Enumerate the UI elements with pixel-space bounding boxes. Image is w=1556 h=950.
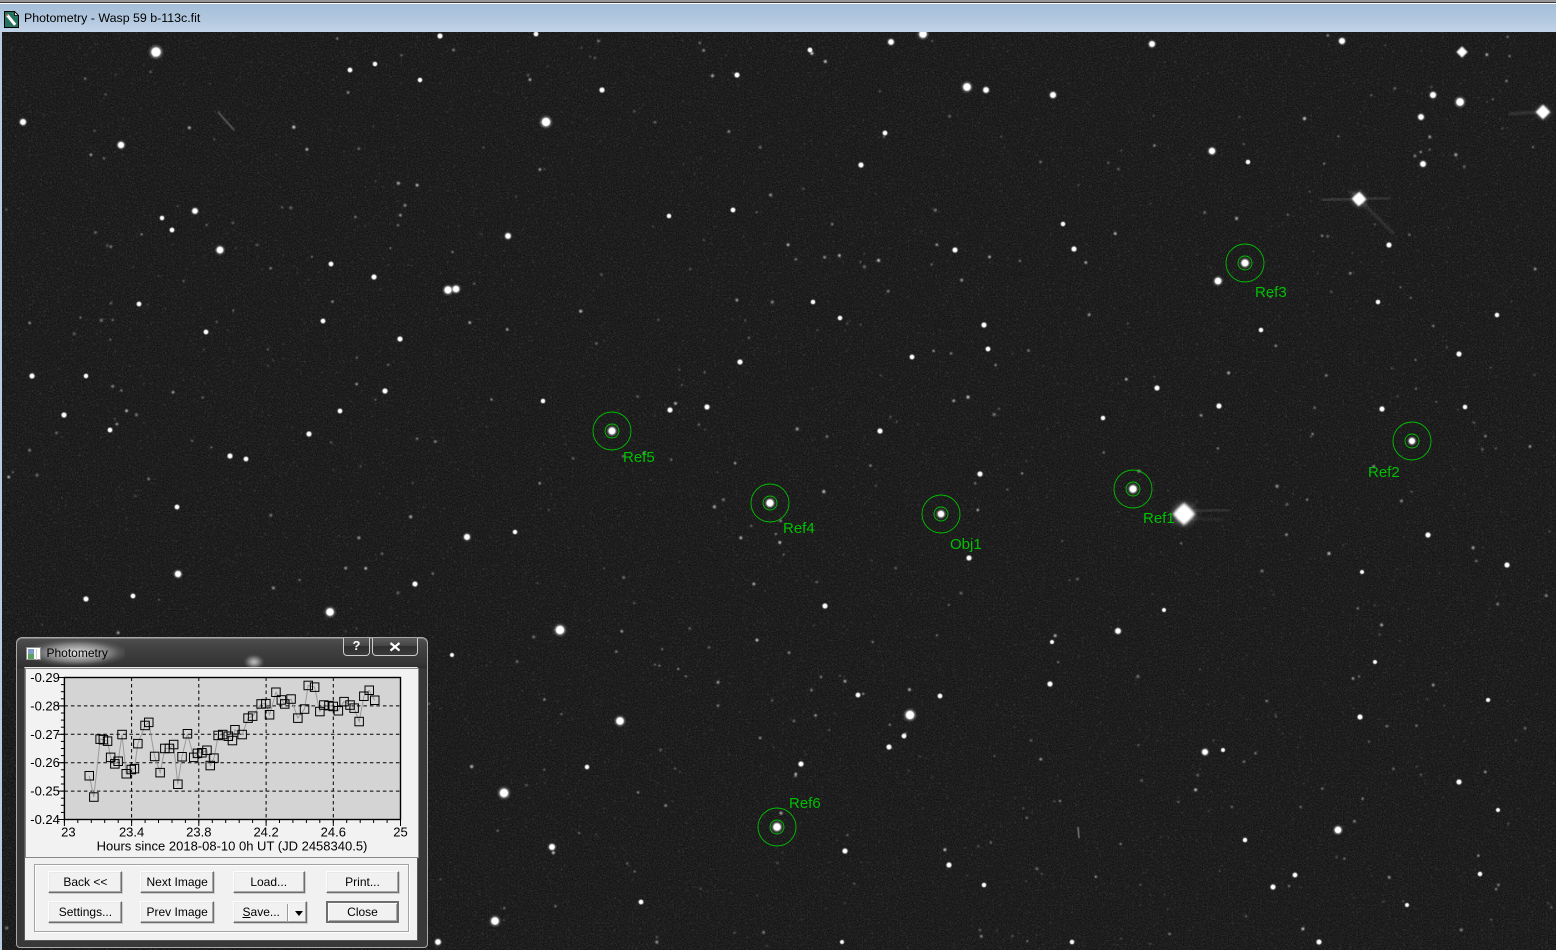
- svg-text:-0.27: -0.27: [30, 727, 60, 742]
- svg-text:24.6: 24.6: [321, 825, 346, 840]
- svg-text:Obj1: Obj1: [950, 536, 982, 553]
- svg-text:-0.24: -0.24: [30, 812, 60, 827]
- svg-text:-0.26: -0.26: [30, 755, 60, 770]
- svg-text:23.8: 23.8: [186, 825, 211, 840]
- svg-text:24.2: 24.2: [253, 825, 278, 840]
- svg-text:Ref1: Ref1: [1143, 510, 1175, 527]
- svg-text:Ref3: Ref3: [1255, 284, 1287, 301]
- svg-text:-0.25: -0.25: [30, 784, 60, 799]
- svg-text:23: 23: [61, 825, 75, 840]
- svg-text:25: 25: [393, 825, 407, 840]
- svg-text:Ref4: Ref4: [783, 520, 815, 537]
- svg-text:Ref5: Ref5: [623, 449, 655, 466]
- svg-text:-0.28: -0.28: [30, 698, 60, 713]
- svg-text:-0.29: -0.29: [30, 670, 60, 685]
- svg-text:Ref2: Ref2: [1368, 464, 1400, 481]
- svg-text:23.4: 23.4: [119, 825, 144, 840]
- svg-text:Hours since 2018-08-10 0h UT (: Hours since 2018-08-10 0h UT (JD 2458340…: [97, 839, 368, 854]
- svg-text:Ref6: Ref6: [789, 795, 821, 812]
